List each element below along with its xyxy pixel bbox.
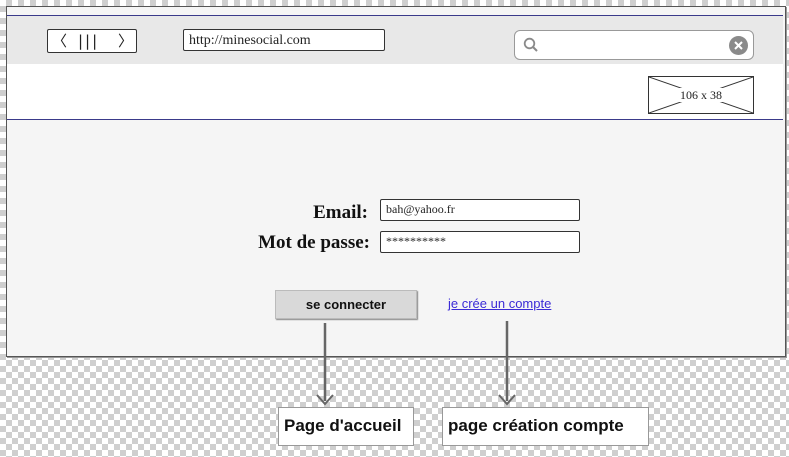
home-page-note: Page d'accueil xyxy=(278,407,414,446)
arrow-down-icon xyxy=(316,323,334,406)
account-creation-note: page création compte xyxy=(442,407,649,446)
arrow-down-icon xyxy=(498,321,516,406)
flow-arrows xyxy=(316,321,516,406)
